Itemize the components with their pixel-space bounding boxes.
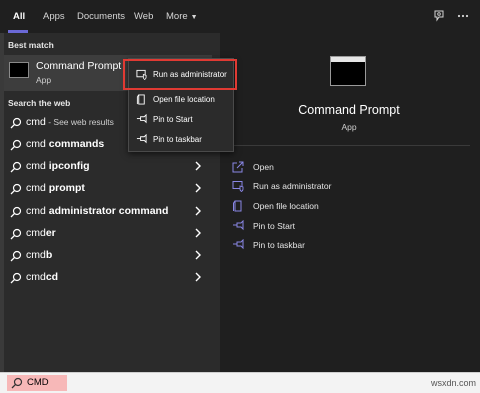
web-result-query: cmd bbox=[26, 227, 46, 239]
web-result-completion: er bbox=[45, 227, 56, 239]
search-icon bbox=[11, 377, 23, 389]
tab-more-label: More bbox=[166, 11, 188, 22]
web-result-query: cmd bbox=[26, 138, 49, 150]
web-result-suffix: - See web results bbox=[45, 117, 114, 127]
watermark-text: wsxdn.com bbox=[430, 378, 476, 388]
tab-all[interactable]: All bbox=[13, 0, 25, 33]
folder-icon bbox=[136, 94, 145, 105]
feedback-icon[interactable] bbox=[432, 9, 446, 23]
action-open[interactable]: Open bbox=[232, 160, 432, 176]
context-pin-to-start-label: Pin to Start bbox=[153, 115, 193, 124]
search-icon bbox=[10, 161, 22, 173]
context-pin-to-start[interactable]: Pin to Start bbox=[129, 110, 233, 130]
action-open-file-location[interactable]: Open file location bbox=[232, 199, 432, 215]
web-result-query: cmd bbox=[26, 249, 46, 261]
web-result-text: cmd - See web results bbox=[26, 116, 114, 128]
chevron-right-icon[interactable] bbox=[193, 182, 203, 194]
action-pin-to-start-label: Pin to Start bbox=[253, 221, 296, 231]
web-result-row[interactable]: cmdb bbox=[0, 245, 212, 267]
pin-icon bbox=[233, 239, 244, 250]
action-open-file-location-label: Open file location bbox=[253, 201, 319, 211]
tab-documents[interactable]: Documents bbox=[77, 0, 125, 33]
best-match-title: Command Prompt bbox=[36, 60, 122, 72]
action-run-as-admin[interactable]: Run as administrator bbox=[232, 179, 432, 195]
search-icon bbox=[10, 228, 22, 240]
pin-icon bbox=[136, 114, 147, 124]
web-result-row[interactable]: cmdcd bbox=[0, 267, 212, 289]
web-result-row[interactable]: cmd ipconfig bbox=[0, 156, 212, 178]
folder-icon bbox=[233, 200, 242, 212]
terminal-icon bbox=[330, 56, 366, 86]
web-result-completion: commands bbox=[48, 138, 105, 150]
web-results-heading: Search the web bbox=[8, 98, 71, 108]
web-result-text: cmd ipconfig bbox=[26, 160, 90, 172]
left-edge-strip bbox=[0, 33, 4, 372]
context-open-file-location-label: Open file location bbox=[153, 95, 215, 104]
terminal-icon bbox=[9, 62, 29, 78]
context-pin-to-taskbar-label: Pin to taskbar bbox=[153, 135, 202, 144]
preview-pane: Command Prompt App Open Run as administr… bbox=[220, 33, 480, 372]
web-result-text: cmdcd bbox=[26, 271, 58, 283]
web-result-query: cmd bbox=[26, 205, 49, 217]
web-result-completion: b bbox=[45, 249, 53, 261]
search-icon bbox=[10, 206, 22, 218]
chevron-right-icon[interactable] bbox=[193, 205, 203, 217]
web-result-completion: prompt bbox=[48, 182, 85, 194]
terminal-titlebar bbox=[331, 57, 365, 62]
web-result-row[interactable]: cmder bbox=[0, 223, 212, 245]
context-pin-to-taskbar[interactable]: Pin to taskbar bbox=[129, 130, 233, 150]
web-result-completion: cd bbox=[45, 271, 59, 283]
web-result-row[interactable]: cmd prompt bbox=[0, 178, 212, 200]
web-result-text: cmd commands bbox=[26, 138, 104, 150]
context-open-file-location[interactable]: Open file location bbox=[129, 90, 233, 110]
search-icon bbox=[10, 117, 22, 129]
search-icon bbox=[10, 250, 22, 262]
chevron-right-icon[interactable] bbox=[193, 249, 203, 261]
action-pin-to-taskbar[interactable]: Pin to taskbar bbox=[232, 238, 432, 254]
pin-icon bbox=[136, 134, 147, 144]
preview-subtitle: App bbox=[341, 122, 357, 132]
tab-web[interactable]: Web bbox=[134, 0, 153, 33]
preview-title: Command Prompt bbox=[298, 103, 400, 117]
action-pin-to-taskbar-label: Pin to taskbar bbox=[253, 240, 305, 250]
preview-divider bbox=[230, 145, 470, 146]
web-result-query: cmd bbox=[26, 271, 46, 283]
caret-down-icon: ▼ bbox=[190, 14, 198, 21]
shield-window-icon bbox=[232, 181, 244, 192]
web-result-text: cmd administrator command bbox=[26, 205, 168, 217]
web-result-completion: ipconfig bbox=[48, 160, 90, 172]
taskbar-search-box[interactable]: CMD wsxdn.com bbox=[0, 372, 480, 393]
web-result-query: cmd bbox=[26, 182, 49, 194]
annotation-highlight-box bbox=[123, 59, 237, 90]
search-icon bbox=[10, 272, 22, 284]
web-result-text: cmder bbox=[26, 227, 56, 239]
web-result-query: cmd bbox=[26, 160, 49, 172]
open-icon bbox=[232, 161, 244, 173]
pin-icon bbox=[233, 220, 244, 231]
best-match-subtitle: App bbox=[36, 75, 52, 85]
action-pin-to-start[interactable]: Pin to Start bbox=[232, 219, 432, 235]
more-options-icon[interactable] bbox=[456, 9, 470, 23]
web-result-text: cmdb bbox=[26, 249, 52, 261]
search-input[interactable]: CMD bbox=[27, 377, 49, 388]
web-result-row[interactable]: cmd administrator command bbox=[0, 201, 212, 223]
start-search-window: All Apps Documents Web More ▼ Best match … bbox=[0, 0, 480, 372]
web-result-query: cmd bbox=[26, 116, 46, 128]
chevron-right-icon[interactable] bbox=[193, 271, 203, 283]
chevron-right-icon[interactable] bbox=[193, 160, 203, 172]
web-result-text: cmd prompt bbox=[26, 182, 85, 194]
search-icon bbox=[10, 183, 22, 195]
search-icon bbox=[10, 139, 22, 151]
tab-apps[interactable]: Apps bbox=[43, 0, 65, 33]
action-open-label: Open bbox=[253, 162, 274, 172]
web-result-completion: administrator command bbox=[48, 205, 169, 217]
best-match-heading: Best match bbox=[8, 40, 54, 50]
chevron-right-icon[interactable] bbox=[193, 227, 203, 239]
tab-more[interactable]: More ▼ bbox=[166, 0, 198, 33]
action-run-as-admin-label: Run as administrator bbox=[253, 181, 332, 191]
search-filter-bar: All Apps Documents Web More ▼ bbox=[0, 0, 480, 33]
